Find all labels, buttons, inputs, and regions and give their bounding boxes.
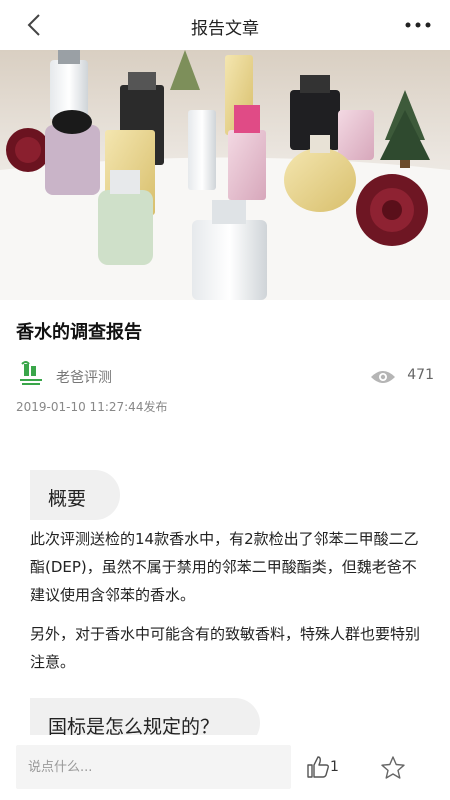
brand-logo-icon <box>20 361 42 385</box>
page-title: 报告文章 <box>191 19 259 39</box>
thumbs-up-icon <box>307 756 329 778</box>
author-row: 老爸评测 471 <box>16 360 434 394</box>
top-nav-bar: 报告文章 <box>0 0 450 50</box>
section-heading-summary: 概要 <box>30 470 120 520</box>
author-logo[interactable] <box>16 360 46 390</box>
comment-input[interactable] <box>16 745 291 789</box>
favorite-button[interactable] <box>380 755 406 781</box>
hero-image <box>0 50 450 300</box>
star-icon <box>381 756 405 779</box>
view-count: 471 <box>407 367 434 383</box>
bottom-action-bar: 1 <box>0 735 450 800</box>
eye-icon <box>371 371 395 383</box>
author-name[interactable]: 老爸评测 <box>56 367 112 387</box>
more-button[interactable] <box>402 12 434 38</box>
paragraph: 此次评测送检的14款香水中，有2款检出了邻苯二甲酸二乙酯(DEP)，虽然不属于禁… <box>30 530 419 604</box>
paragraph: 另外，对于香水中可能含有的致敏香料，特殊人群也要特别注意。 <box>30 625 421 671</box>
view-count-group: 471 <box>364 366 434 386</box>
article-title: 香水的调查报告 <box>16 322 142 343</box>
like-count: 1 <box>330 759 339 775</box>
publish-time: 2019-01-10 11:27:44发布 <box>16 400 168 414</box>
more-dots-icon <box>405 22 431 28</box>
